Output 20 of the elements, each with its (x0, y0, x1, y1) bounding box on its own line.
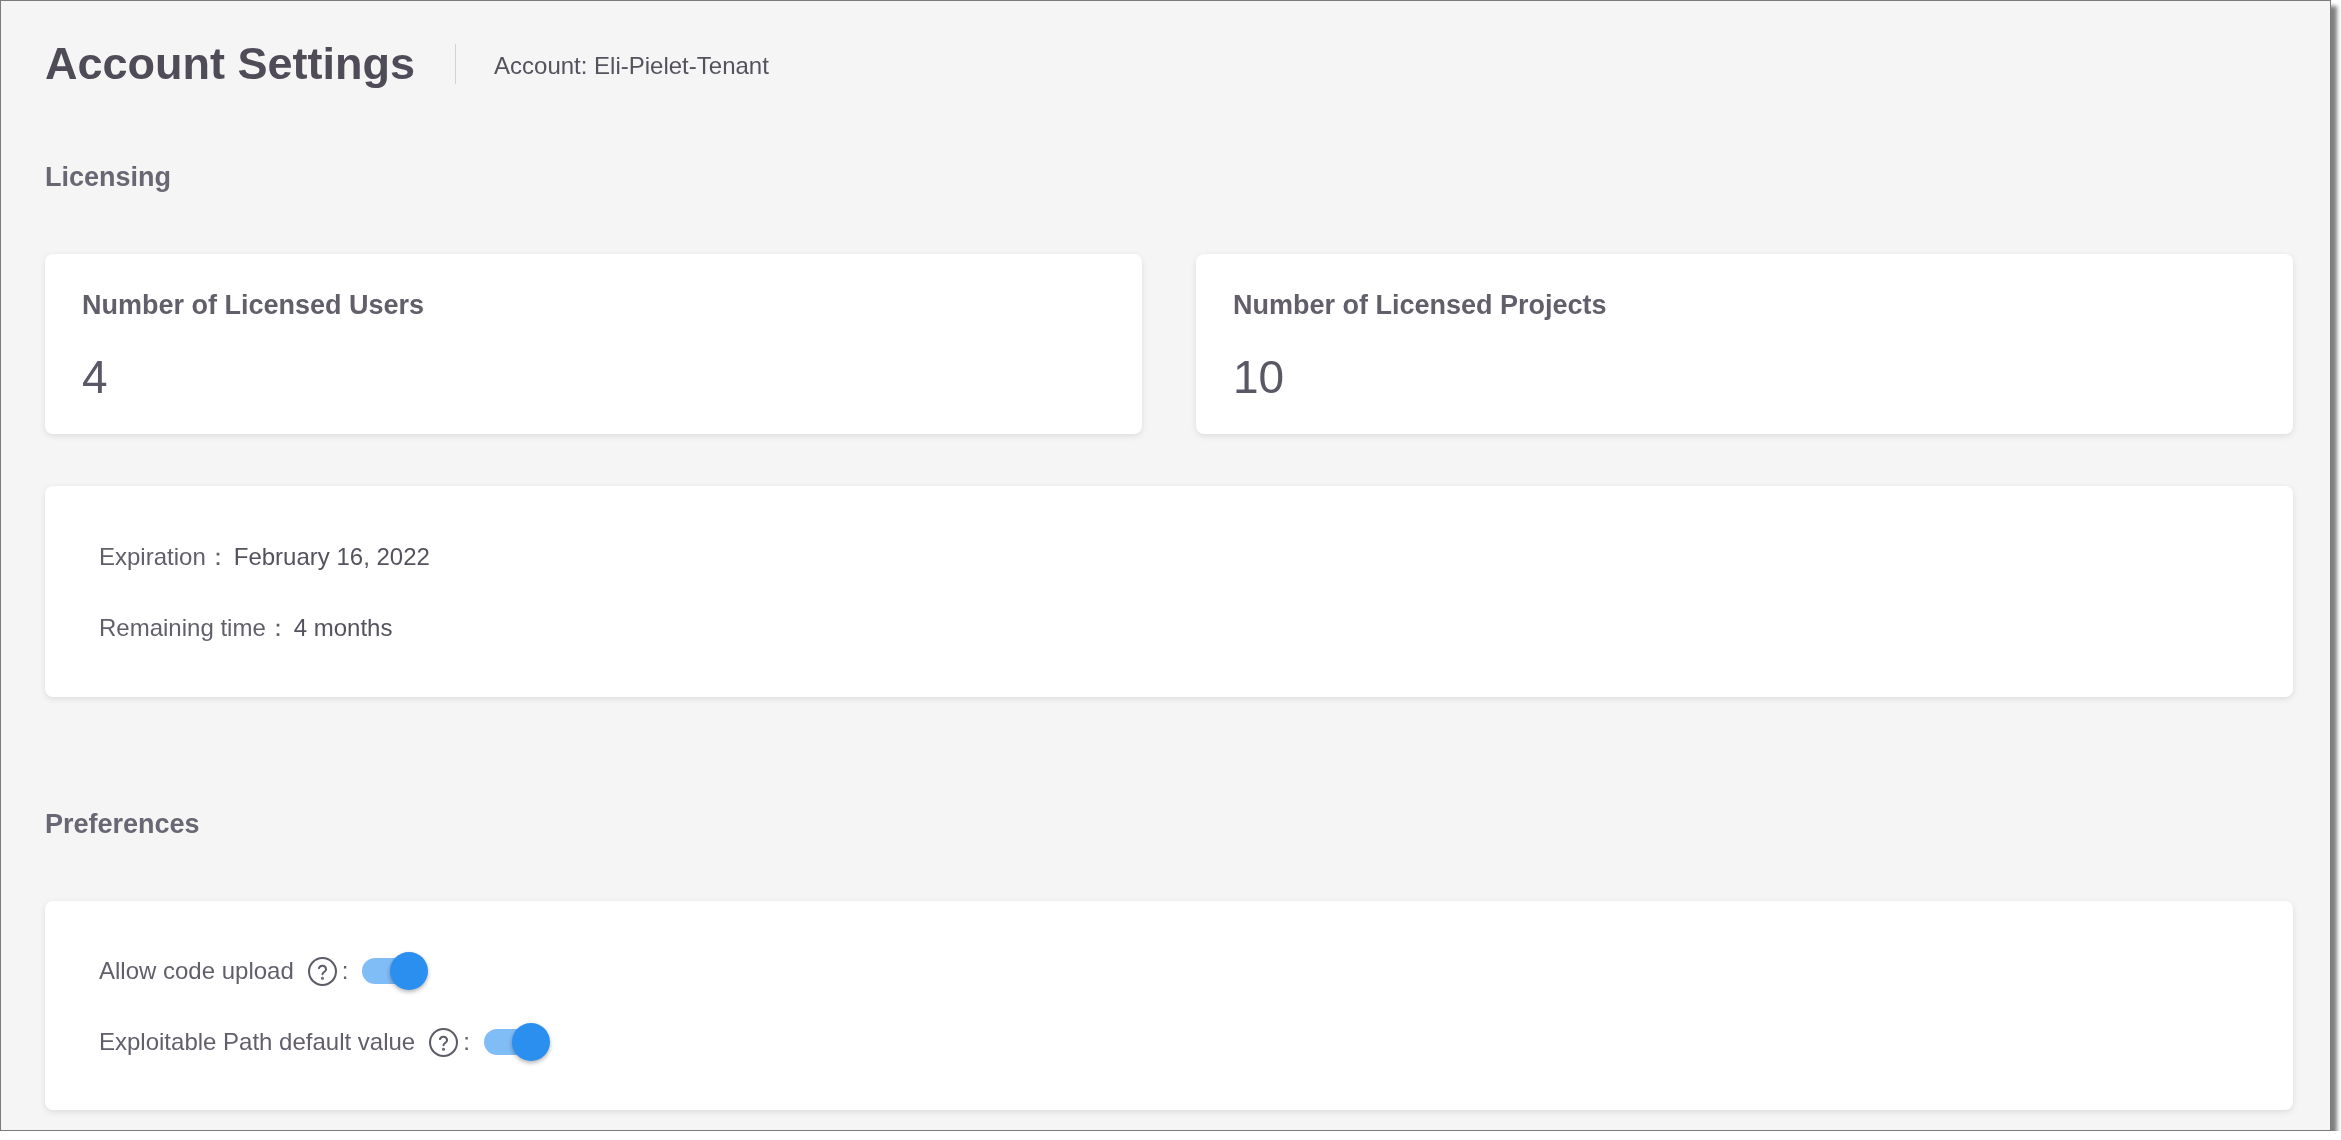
page-title: Account Settings (45, 37, 416, 91)
section-heading: Preferences (45, 808, 200, 841)
toggle-switch[interactable] (483, 1023, 550, 1061)
setting-label: Exploitable Path default value (99, 1027, 416, 1057)
stat-value: 4 (82, 350, 108, 405)
section-heading: Licensing (45, 161, 172, 194)
detail-label: Expiration： (99, 542, 230, 572)
help-icon[interactable] (307, 956, 337, 986)
help-icon[interactable] (429, 1027, 459, 1057)
stat-label: Number of Licensed Projects (1233, 289, 1607, 322)
detail-label: Remaining time： (99, 613, 290, 643)
stat-value: 10 (1233, 350, 1285, 405)
detail-value: February 16, 2022 (233, 542, 430, 572)
account-name: Account: Eli-Pielet-Tenant (494, 50, 769, 81)
stat-label: Number of Licensed Users (82, 289, 425, 322)
label-colon: : (463, 1027, 470, 1057)
label-colon: : (341, 956, 349, 986)
setting-label: Allow code upload (99, 956, 294, 986)
detail-value: 4 months (293, 613, 393, 643)
toggle-switch[interactable] (362, 952, 429, 990)
